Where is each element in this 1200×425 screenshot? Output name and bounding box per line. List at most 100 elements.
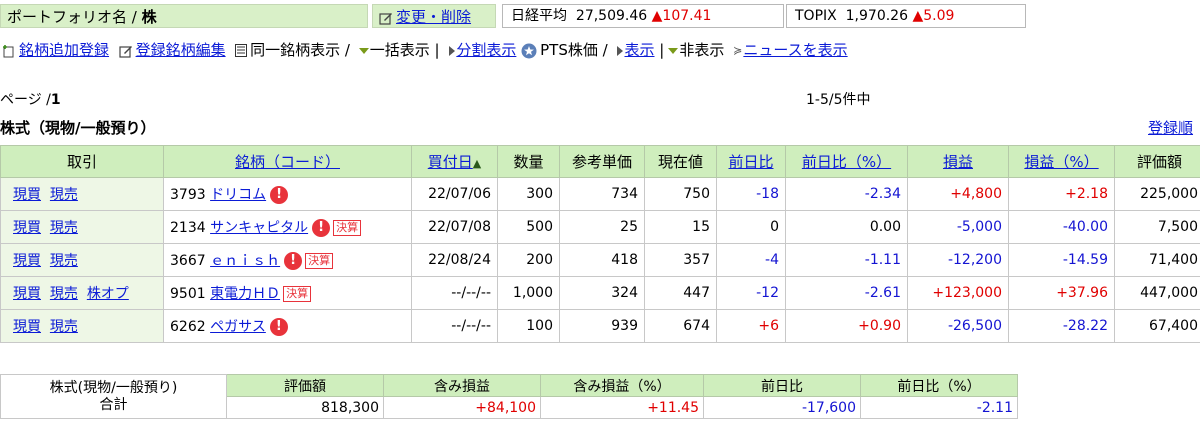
- valuation: 67,400: [1114, 309, 1200, 343]
- day-change: 0: [716, 210, 786, 244]
- separator: |: [659, 41, 665, 59]
- edit-delete-box: 変更・削除: [372, 4, 496, 28]
- table-row: 現買 現売 2134 サンキャピタル! 決算 22/07/08 500 25 15…: [0, 210, 1200, 244]
- nikkei-name: 日経平均: [511, 8, 567, 24]
- table-row: 現買 現売 3793 ドリコム! 22/07/06 300 734 750 -1…: [0, 177, 1200, 211]
- buy-date: 22/07/06: [411, 177, 498, 211]
- page-indicator: ページ /1: [0, 89, 61, 109]
- buy-link[interactable]: 現買: [13, 319, 41, 335]
- ref-price: 25: [559, 210, 645, 244]
- day-change-pct: -2.34: [785, 177, 908, 211]
- table-row: 現買 現売 3667 ｅｎｉｓｈ! 決算 22/08/24 200 418 357…: [0, 243, 1200, 277]
- table-header-row: 取引 銘柄（コード） 買付日▲ 数量 参考単価 現在値 前日比 前日比（%） 損…: [0, 145, 1200, 178]
- brand-code: 3793: [170, 187, 206, 203]
- col-profit-pct[interactable]: 損益（%）: [1008, 145, 1115, 178]
- summary-day-change-pct: -2.11: [860, 396, 1018, 419]
- quantity: 500: [497, 210, 560, 244]
- warning-icon[interactable]: !: [270, 186, 289, 204]
- col-brand[interactable]: 銘柄（コード）: [163, 145, 412, 178]
- profit-pct: +37.96: [1008, 276, 1115, 310]
- sort-day-change-pct-link[interactable]: 前日比（%）: [802, 153, 891, 171]
- ref-price: 418: [559, 243, 645, 277]
- day-change-pct: 0.00: [785, 210, 908, 244]
- pts-show-link[interactable]: 表示: [624, 41, 654, 59]
- add-brand-link[interactable]: 銘柄追加登録: [19, 41, 109, 59]
- triangle-right-icon: [617, 45, 624, 56]
- sort-profit-link[interactable]: 損益: [943, 153, 973, 171]
- portfolio-label: ポートフォリオ名 /: [7, 8, 142, 26]
- summary-day-change: -17,600: [703, 396, 861, 419]
- brand-link[interactable]: ペガサス: [210, 319, 266, 335]
- topix-name: TOPIX: [795, 8, 837, 24]
- buy-link[interactable]: 現買: [13, 220, 41, 236]
- buy-link[interactable]: 現買: [13, 253, 41, 269]
- brand-code: 3667: [170, 253, 206, 269]
- trade-cell: 現買 現売: [0, 243, 164, 277]
- warning-icon[interactable]: !: [284, 252, 303, 270]
- quantity: 1,000: [497, 276, 560, 310]
- earnings-badge[interactable]: 決算: [305, 253, 334, 269]
- col-day-change-pct[interactable]: 前日比（%）: [785, 145, 908, 178]
- profit-pct: -14.59: [1008, 243, 1115, 277]
- brand-link[interactable]: ｅｎｉｓｈ: [210, 253, 280, 269]
- edit-delete-link[interactable]: 変更・削除: [396, 8, 471, 26]
- summary-label-line2: 合計: [99, 396, 128, 413]
- quantity: 300: [497, 177, 560, 211]
- nikkei-change: 107.41: [662, 8, 712, 24]
- buy-link[interactable]: 現買: [13, 187, 41, 203]
- brand-code: 9501: [170, 286, 206, 302]
- pts-icon: [521, 43, 537, 58]
- nikkei-value: 27,509.46: [575, 8, 648, 24]
- sell-link[interactable]: 現売: [50, 319, 78, 335]
- profit: -12,200: [907, 243, 1009, 277]
- brand-code: 6262: [170, 319, 206, 335]
- day-change-pct: -2.61: [785, 276, 908, 310]
- trade-cell: 現買 現売: [0, 177, 164, 211]
- sort-brand-link[interactable]: 銘柄（コード）: [235, 153, 340, 171]
- valuation: 447,000: [1114, 276, 1200, 310]
- warning-icon[interactable]: !: [269, 318, 288, 336]
- buy-date: --/--/--: [411, 309, 498, 343]
- col-profit[interactable]: 損益: [907, 145, 1009, 178]
- stock-option-link[interactable]: 株オプ: [87, 286, 129, 302]
- buy-date: 22/08/24: [411, 243, 498, 277]
- col-valuation: 評価額: [1114, 145, 1200, 178]
- earnings-badge[interactable]: 決算: [333, 220, 362, 236]
- trade-cell: 現買 現売 株オプ: [0, 276, 164, 310]
- summary-header-row: 株式(現物/一般預り) 合計 評価額 含み損益 含み損益（%） 前日比 前日比（%…: [0, 374, 1018, 419]
- sort-registration-link[interactable]: 登録順: [1148, 117, 1193, 138]
- valuation: 71,400: [1114, 243, 1200, 277]
- portfolio-name: 株: [141, 8, 157, 26]
- col-ref-price: 参考単価: [559, 145, 645, 178]
- brand-link[interactable]: サンキャピタル: [210, 220, 308, 236]
- sell-link[interactable]: 現売: [50, 220, 78, 236]
- sort-day-change-link[interactable]: 前日比: [728, 153, 773, 171]
- quantity: 100: [497, 309, 560, 343]
- edit-brand-link[interactable]: 登録銘柄編集: [136, 41, 226, 59]
- sell-link[interactable]: 現売: [50, 286, 78, 302]
- summary-label: 株式(現物/一般預り) 合計: [0, 374, 227, 419]
- profit: +4,800: [907, 177, 1009, 211]
- buy-link[interactable]: 現買: [13, 286, 41, 302]
- day-change-pct: -1.11: [785, 243, 908, 277]
- day-change: -12: [716, 276, 786, 310]
- col-day-change[interactable]: 前日比: [716, 145, 786, 178]
- brand-link[interactable]: 東電力ＨＤ: [210, 286, 280, 302]
- split-view-link[interactable]: 分割表示: [456, 41, 516, 59]
- sort-profit-pct-link[interactable]: 損益（%）: [1024, 153, 1098, 171]
- summary-table: 株式(現物/一般預り) 合計 評価額 含み損益 含み損益（%） 前日比 前日比（%…: [0, 374, 1018, 419]
- news-show-link[interactable]: ニュースを表示: [743, 41, 847, 59]
- trade-cell: 現買 現売: [0, 309, 164, 343]
- summary-profit: +84,100: [383, 396, 541, 419]
- sell-link[interactable]: 現売: [50, 187, 78, 203]
- col-buy-date[interactable]: 買付日▲: [411, 145, 498, 178]
- bulk-label: 一括表示 |: [369, 41, 440, 59]
- topix-index: TOPIX 1,970.26 ▲5.09: [786, 4, 1026, 28]
- earnings-badge[interactable]: 決算: [283, 286, 312, 302]
- warning-icon[interactable]: !: [312, 219, 331, 237]
- sort-buy-date-link[interactable]: 買付日: [428, 153, 473, 171]
- brand-link[interactable]: ドリコム: [210, 187, 266, 203]
- double-chevron-down-icon: ≽: [733, 43, 743, 57]
- sell-link[interactable]: 現売: [50, 253, 78, 269]
- buy-date: 22/07/08: [411, 210, 498, 244]
